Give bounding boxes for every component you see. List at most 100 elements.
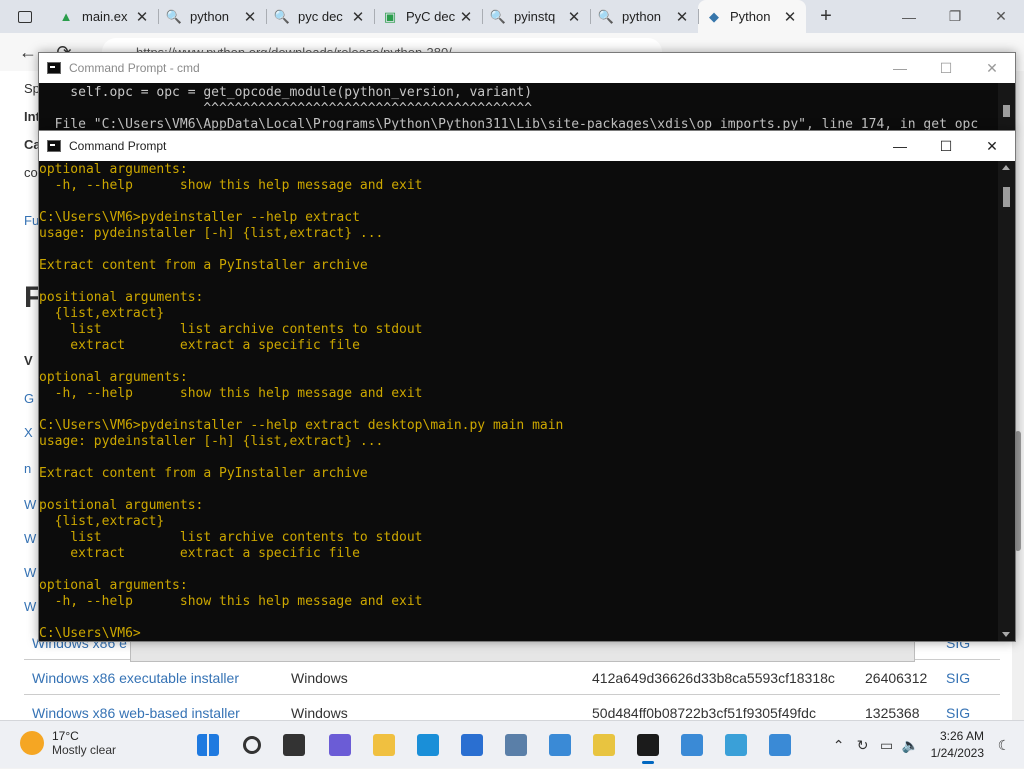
app-1-icon bbox=[549, 734, 571, 756]
tab-close-icon[interactable]: ✕ bbox=[458, 8, 474, 26]
taskbar: 17°C Mostly clear ⌃ ↻ ▭ 🔈 3:26 AM 1/24/2… bbox=[0, 720, 1024, 768]
cell-md5: 412a649d36626d33b8ca5593cf18318c bbox=[592, 669, 835, 686]
store-icon bbox=[461, 734, 483, 756]
browser-tab-6[interactable]: 🔍 python ✕ bbox=[590, 0, 698, 33]
console-line: -h, --help show this help message and ex… bbox=[39, 594, 423, 609]
tab-actions-button[interactable] bbox=[0, 0, 50, 33]
settings-icon bbox=[505, 734, 527, 756]
cmd-scrollbar-thumb[interactable] bbox=[1003, 105, 1010, 117]
clock-time: 3:26 AM bbox=[939, 729, 984, 743]
cell-name[interactable]: Windows x86 web-based installer bbox=[32, 705, 240, 721]
browser-tab-5[interactable]: 🔍 pyinstq ✕ bbox=[482, 0, 590, 33]
browser-restore-button[interactable]: ❐ bbox=[932, 0, 978, 33]
tab-label: python bbox=[190, 9, 230, 24]
system-tray: ⌃ ↻ ▭ 🔈 3:26 AM 1/24/2023 ☾ bbox=[827, 721, 1024, 769]
edge-button[interactable] bbox=[412, 729, 444, 761]
console-line: optional arguments: bbox=[39, 162, 188, 177]
cmd-title-bar[interactable]: Command Prompt — ☐ ✕ bbox=[39, 131, 1015, 161]
app-3-button[interactable] bbox=[676, 729, 708, 761]
browser-close-button[interactable]: ✕ bbox=[978, 0, 1024, 33]
browser-tab-7[interactable]: ◆ Python ✕ bbox=[698, 0, 806, 33]
cmd-scrollbar-thumb[interactable] bbox=[1003, 187, 1010, 207]
app-2-button[interactable] bbox=[588, 729, 620, 761]
cmd-close-button[interactable]: ✕ bbox=[969, 131, 1015, 161]
settings-button[interactable] bbox=[500, 729, 532, 761]
store-button[interactable] bbox=[456, 729, 488, 761]
sync-icon[interactable]: ↻ bbox=[851, 733, 875, 757]
browser-tab-4[interactable]: ▣ PyC dec ✕ bbox=[374, 0, 482, 33]
page-text-fragment: V bbox=[24, 353, 33, 368]
cmd-window[interactable]: Command Prompt — ☐ ✕ optional arguments:… bbox=[38, 130, 1016, 642]
page-text-fragment: W bbox=[24, 531, 37, 546]
cmd-maximize-button[interactable]: ☐ bbox=[923, 131, 969, 161]
tab-close-icon[interactable]: ✕ bbox=[674, 8, 690, 26]
tab-close-icon[interactable]: ✕ bbox=[350, 8, 366, 26]
tab-close-icon[interactable]: ✕ bbox=[134, 8, 150, 26]
cell-sig[interactable]: SIG bbox=[946, 705, 970, 721]
console-line: self.opc = opc = get_opcode_module(pytho… bbox=[39, 85, 533, 100]
cell-sig[interactable]: SIG bbox=[946, 670, 970, 686]
console-line: extract extract a specific file bbox=[39, 546, 360, 561]
cmd-maximize-button[interactable]: ☐ bbox=[923, 53, 969, 83]
browser-tab-3[interactable]: 🔍 pyc dec ✕ bbox=[266, 0, 374, 33]
chevron-up-icon[interactable]: ⌃ bbox=[827, 733, 851, 757]
cmd-output[interactable]: optional arguments: -h, --help show this… bbox=[39, 161, 998, 641]
cmd-output[interactable]: self.opc = opc = get_opcode_module(pytho… bbox=[39, 83, 998, 131]
browser-minimize-button[interactable]: — bbox=[886, 0, 932, 33]
chat-button[interactable] bbox=[324, 729, 356, 761]
edge-icon bbox=[417, 734, 439, 756]
app-2-icon bbox=[593, 734, 615, 756]
search-button[interactable] bbox=[236, 729, 268, 761]
clock-date: 1/24/2023 bbox=[930, 746, 984, 760]
task-view-button[interactable] bbox=[278, 729, 310, 761]
page-text-fragment: W bbox=[24, 565, 37, 580]
weather-temp: 17°C bbox=[52, 729, 79, 743]
network-icon[interactable]: ▭ bbox=[875, 733, 899, 757]
cmd-minimize-button[interactable]: — bbox=[877, 53, 923, 83]
cmd-icon bbox=[47, 62, 61, 74]
app-5-button[interactable] bbox=[764, 729, 796, 761]
app-4-button[interactable] bbox=[720, 729, 752, 761]
cell-os: Windows bbox=[291, 704, 348, 721]
tab-close-icon[interactable]: ✕ bbox=[566, 8, 582, 26]
console-line: usage: pydeinstaller [-h] {list,extract}… bbox=[39, 434, 384, 449]
console-line: -h, --help show this help message and ex… bbox=[39, 178, 423, 193]
clock[interactable]: 3:26 AM 1/24/2023 bbox=[931, 728, 984, 762]
tab-label: pyinstq bbox=[514, 9, 556, 24]
console-line: positional arguments: bbox=[39, 498, 204, 513]
cmd-minimize-button[interactable]: — bbox=[877, 131, 923, 161]
weather-widget[interactable]: 17°C Mostly clear bbox=[20, 729, 116, 757]
console-line: optional arguments: bbox=[39, 370, 188, 385]
search-icon: 🔍 bbox=[165, 8, 183, 24]
file-explorer-button[interactable] bbox=[368, 729, 400, 761]
new-tab-button[interactable]: + bbox=[806, 5, 846, 28]
terminal-button[interactable] bbox=[632, 729, 664, 764]
cmd-close-button[interactable]: ✕ bbox=[969, 53, 1015, 83]
volume-icon[interactable]: 🔈 bbox=[899, 733, 923, 757]
scroll-down-arrow-icon[interactable] bbox=[1002, 632, 1010, 637]
cmd-window-background[interactable]: Command Prompt - cmd — ☐ ✕ self.opc = op… bbox=[38, 52, 1016, 132]
notification-icon[interactable]: ☾ bbox=[992, 733, 1016, 757]
cmd-scrollbar[interactable] bbox=[998, 83, 1015, 131]
tab-label: Python bbox=[730, 9, 771, 24]
cmd-title-bar[interactable]: Command Prompt - cmd — ☐ ✕ bbox=[39, 53, 1015, 83]
tab-close-icon[interactable]: ✕ bbox=[782, 8, 798, 26]
app-1-button[interactable] bbox=[544, 729, 576, 761]
console-line: C:\Users\VM6>pydeinstaller --help extrac… bbox=[39, 210, 360, 225]
browser-tab-2[interactable]: 🔍 python ✕ bbox=[158, 0, 266, 33]
page-icon: ▣ bbox=[383, 8, 397, 24]
cmd-scrollbar[interactable] bbox=[998, 161, 1015, 641]
start-button[interactable] bbox=[192, 729, 224, 761]
browser-tab-1[interactable]: ▲ main.ex ✕ bbox=[50, 0, 158, 33]
scroll-up-arrow-icon[interactable] bbox=[1002, 165, 1010, 170]
cell-md5: 50d484ff0b08722b3cf51f9305f49fdc bbox=[592, 704, 816, 721]
page-text-fragment: X bbox=[24, 425, 33, 440]
cell-name[interactable]: Windows x86 executable installer bbox=[32, 670, 239, 686]
file-explorer-icon bbox=[373, 734, 395, 756]
tab-close-icon[interactable]: ✕ bbox=[242, 8, 258, 26]
